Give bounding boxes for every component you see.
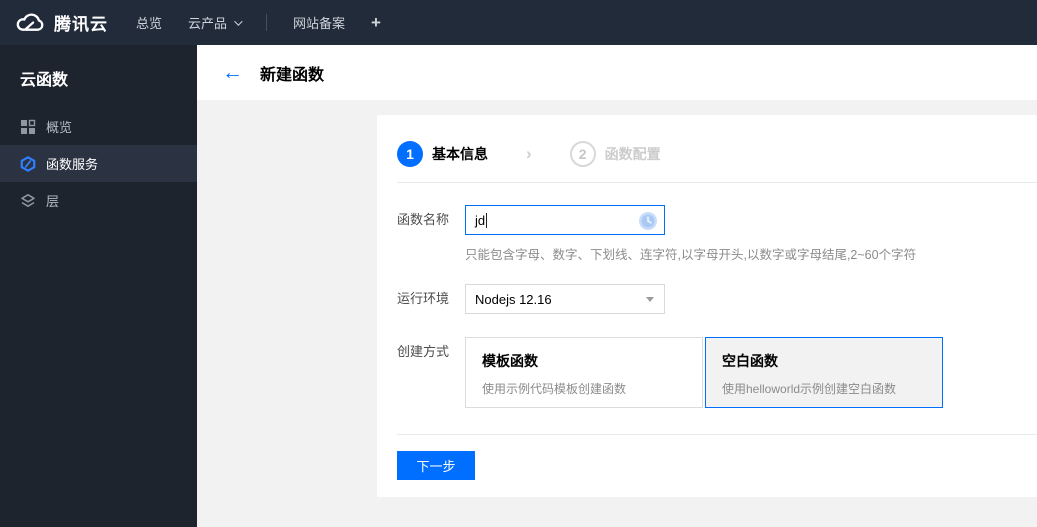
wizard-steps: 1 基本信息 › 2 函数配置 bbox=[377, 115, 1037, 182]
sidebar-item-overview[interactable]: 概览 bbox=[0, 108, 197, 145]
tencent-cloud-logo[interactable]: 腾讯云 bbox=[0, 10, 108, 35]
top-navbar: 腾讯云 总览 云产品 网站备案 + bbox=[0, 0, 1037, 45]
nav-item-overview[interactable]: 总览 bbox=[136, 13, 162, 32]
footer-divider bbox=[397, 434, 1037, 435]
content-area: 1 基本信息 › 2 函数配置 函数名称 jd 只能包含字母、数字、下划线、连字… bbox=[197, 100, 1037, 527]
sidebar-item-layers[interactable]: 层 bbox=[0, 182, 197, 219]
nav-item-cloud-products-label: 云产品 bbox=[188, 16, 228, 31]
page-header: ← 新建函数 bbox=[197, 45, 1037, 100]
back-arrow-icon[interactable]: ← bbox=[222, 62, 243, 83]
layers-icon bbox=[20, 193, 36, 209]
create-function-panel: 1 基本信息 › 2 函数配置 函数名称 jd 只能包含字母、数字、下划线、连字… bbox=[377, 115, 1037, 497]
navbar-divider bbox=[266, 14, 268, 31]
method-card-blank-function[interactable]: 空白函数 使用helloworld示例创建空白函数 bbox=[705, 337, 943, 408]
sidebar-product-title: 云函数 bbox=[20, 72, 69, 89]
add-tab-button[interactable]: + bbox=[371, 13, 381, 33]
function-hexagon-icon bbox=[20, 155, 36, 172]
nav-item-icp-filing[interactable]: 网站备案 bbox=[293, 13, 345, 32]
cloud-logo-icon bbox=[14, 12, 46, 34]
select-caret-icon bbox=[646, 296, 654, 302]
sidebar: 云函数 概览 函数服务 层 bbox=[0, 45, 197, 527]
step-1-label: 基本信息 bbox=[432, 146, 488, 162]
method-card-desc: 使用helloworld示例创建空白函数 bbox=[722, 382, 897, 396]
main-area: ← 新建函数 1 基本信息 › 2 函数配置 函数名称 jd 只能包含字母、数字… bbox=[197, 45, 1037, 527]
sidebar-item-label: 函数服务 bbox=[46, 157, 99, 172]
runtime-row: 运行环境 Nodejs 12.16 bbox=[397, 284, 1017, 314]
step-2-label: 函数配置 bbox=[604, 146, 661, 162]
function-name-input[interactable]: jd bbox=[465, 205, 665, 235]
function-name-label: 函数名称 bbox=[397, 212, 450, 227]
creation-method-cards: 模板函数 使用示例代码模板创建函数 空白函数 使用helloworld示例创建空… bbox=[465, 337, 943, 408]
method-card-title: 空白函数 bbox=[722, 353, 778, 369]
sidebar-item-label: 层 bbox=[46, 194, 60, 209]
function-name-value: jd bbox=[475, 212, 486, 228]
next-step-button[interactable]: 下一步 bbox=[397, 451, 475, 480]
creation-method-row: 创建方式 模板函数 使用示例代码模板创建函数 空白函数 使用helloworld… bbox=[397, 337, 1017, 408]
method-card-desc: 使用示例代码模板创建函数 bbox=[482, 382, 627, 396]
function-name-row: 函数名称 jd bbox=[397, 205, 1017, 235]
sidebar-menu: 概览 函数服务 层 bbox=[0, 108, 197, 219]
grid-icon bbox=[20, 119, 36, 135]
function-name-hint: 只能包含字母、数字、下划线、连字符,以字母开头,以数字或字母结尾,2~60个字符 bbox=[465, 248, 917, 262]
step-separator-icon: › bbox=[526, 144, 532, 163]
method-card-title: 模板函数 bbox=[482, 353, 538, 369]
step-1-circle: 1 bbox=[397, 141, 423, 167]
creation-method-label: 创建方式 bbox=[397, 344, 450, 359]
chevron-down-icon bbox=[234, 16, 243, 26]
runtime-selected-value: Nodejs 12.16 bbox=[475, 291, 552, 307]
basic-info-form: 函数名称 jd 只能包含字母、数字、下划线、连字符,以字母开头,以数字或字母结尾… bbox=[377, 183, 1037, 408]
page-title: 新建函数 bbox=[260, 66, 325, 84]
step-2-circle: 2 bbox=[569, 141, 596, 167]
top-nav-items: 总览 云产品 网站备案 + bbox=[136, 13, 381, 33]
text-cursor bbox=[486, 212, 488, 228]
pending-clock-icon bbox=[638, 211, 658, 236]
runtime-label: 运行环境 bbox=[397, 291, 450, 306]
runtime-select[interactable]: Nodejs 12.16 bbox=[465, 284, 665, 314]
sidebar-item-function-service[interactable]: 函数服务 bbox=[0, 145, 197, 182]
method-card-template-function[interactable]: 模板函数 使用示例代码模板创建函数 bbox=[465, 337, 703, 408]
brand-name: 腾讯云 bbox=[54, 15, 108, 34]
sidebar-item-label: 概览 bbox=[46, 120, 73, 135]
nav-item-cloud-products[interactable]: 云产品 bbox=[188, 13, 243, 32]
